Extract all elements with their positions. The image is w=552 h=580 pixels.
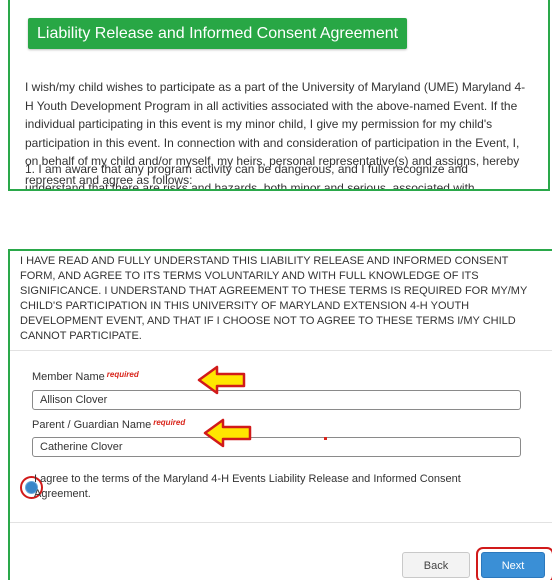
member-name-label-text: Member Name [32, 371, 105, 383]
guardian-name-label-text: Parent / Guardian Name [32, 419, 152, 431]
guardian-name-label: Parent / Guardian Name required [32, 418, 186, 431]
back-button[interactable]: Back [402, 552, 470, 578]
consent-form-panel: I HAVE READ AND FULLY UNDERSTAND THIS LI… [8, 249, 552, 580]
left-arrow-icon [197, 365, 246, 395]
member-name-label: Member Name required [32, 370, 139, 383]
guardian-name-input[interactable] [32, 437, 521, 457]
separator [10, 522, 552, 523]
annotation-dot [324, 437, 327, 440]
separator [10, 350, 552, 351]
agreement-title: Liability Release and Informed Consent A… [28, 18, 408, 49]
acknowledgement-text: I HAVE READ AND FULLY UNDERSTAND THIS LI… [20, 255, 528, 342]
left-arrow-icon [203, 418, 252, 448]
next-button[interactable]: Next [481, 552, 545, 578]
agreement-panel: Liability Release and Informed Consent A… [8, 0, 550, 191]
required-marker: required [106, 370, 139, 379]
member-name-input[interactable] [32, 390, 521, 410]
agree-label: I agree to the terms of the Maryland 4-H… [34, 473, 461, 500]
required-marker: required [153, 418, 186, 427]
agreement-paragraph-2: 1. I am aware that any program activity … [25, 162, 475, 191]
